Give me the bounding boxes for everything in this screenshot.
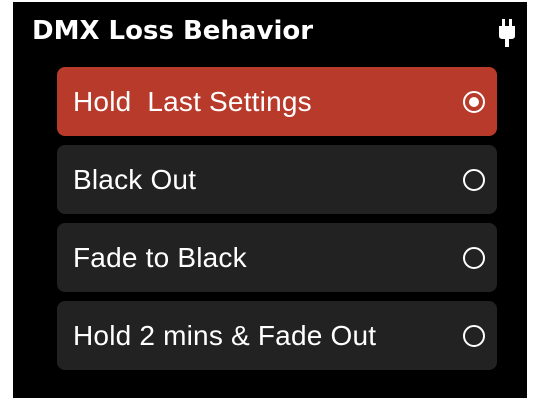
radio-selected-dot bbox=[469, 97, 479, 107]
power-plug-icon bbox=[499, 19, 515, 47]
device-screen: DMX Loss Behavior Hold Last Settings Bla… bbox=[13, 2, 527, 398]
radio-button-icon[interactable] bbox=[463, 247, 485, 269]
radio-button-icon[interactable] bbox=[463, 325, 485, 347]
option-label: Fade to Black bbox=[73, 242, 247, 273]
option-fade-to-black[interactable]: Fade to Black bbox=[57, 223, 497, 292]
option-label: Hold Last Settings bbox=[73, 86, 312, 117]
option-hold-2-mins-fade-out[interactable]: Hold 2 mins & Fade Out bbox=[57, 301, 497, 370]
option-label: Black Out bbox=[73, 164, 197, 195]
option-hold-last-settings[interactable]: Hold Last Settings bbox=[57, 67, 497, 136]
page-title: DMX Loss Behavior bbox=[32, 16, 314, 46]
option-black-out[interactable]: Black Out bbox=[57, 145, 497, 214]
radio-button-icon[interactable] bbox=[463, 91, 485, 113]
option-label: Hold 2 mins & Fade Out bbox=[73, 320, 377, 351]
radio-button-icon[interactable] bbox=[463, 169, 485, 191]
dmx-loss-options: Hold Last Settings Black Out Fade to Bla… bbox=[57, 67, 497, 379]
